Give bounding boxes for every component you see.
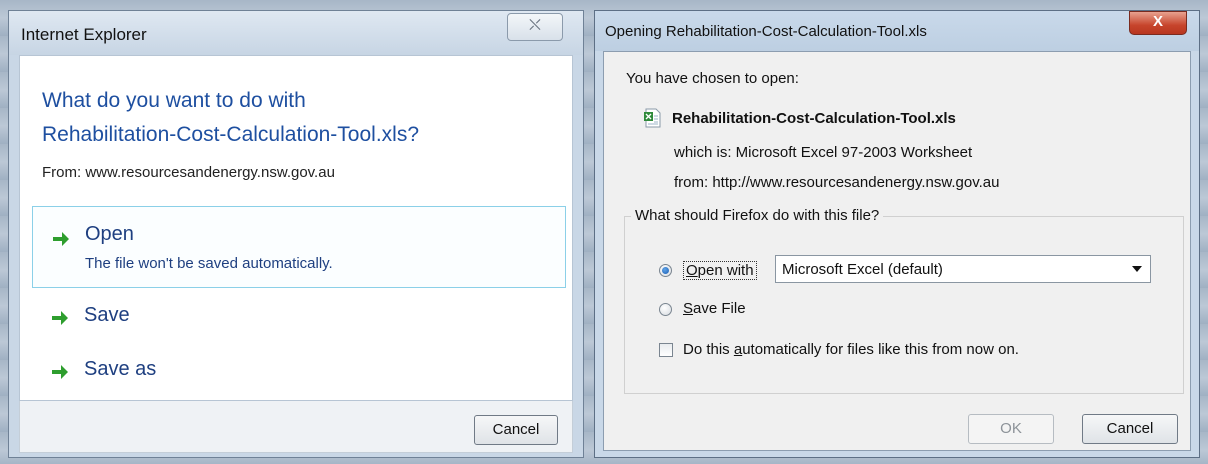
close-button[interactable]: X xyxy=(1129,11,1187,35)
excel-file-icon xyxy=(644,108,661,128)
ie-download-dialog: Internet Explorer ⛌ What do you want to … xyxy=(8,10,584,458)
ff-dialog-title: Opening Rehabilitation-Cost-Calculation-… xyxy=(605,23,927,40)
ie-dialog-footer: Cancel xyxy=(19,401,573,453)
ff-dialog-body: You have chosen to open: Rehabilitation-… xyxy=(603,51,1191,451)
arrow-right-icon xyxy=(52,311,68,325)
ff-action-legend: What should Firefox do with this file? xyxy=(631,207,884,224)
ie-open-option[interactable]: Open The file won't be saved automatical… xyxy=(32,206,566,288)
ie-titlebar: Internet Explorer ⛌ xyxy=(9,11,583,55)
ie-save-as-option[interactable]: Save as xyxy=(32,352,566,392)
chevron-down-icon xyxy=(1132,266,1142,272)
ff-cancel-button[interactable]: Cancel xyxy=(1082,414,1178,444)
ie-dialog-body: What do you want to do with Rehabilitati… xyxy=(19,55,573,401)
firefox-download-dialog: Opening Rehabilitation-Cost-Calculation-… xyxy=(594,10,1200,458)
close-icon: ⛌ xyxy=(529,17,541,34)
arrow-right-icon xyxy=(52,365,68,379)
ie-open-label: Open xyxy=(85,223,134,245)
ff-file-name: Rehabilitation-Cost-Calculation-Tool.xls xyxy=(672,110,956,127)
ie-save-label: Save xyxy=(84,304,130,326)
ff-chosen-label: You have chosen to open: xyxy=(626,70,799,87)
ie-question-line1: What do you want to do with xyxy=(42,89,306,112)
save-file-radio[interactable] xyxy=(659,303,672,316)
open-with-label[interactable]: Open with xyxy=(683,261,757,280)
ff-file-source: from: http://www.resourcesandenergy.nsw.… xyxy=(674,174,1000,191)
ie-save-option[interactable]: Save xyxy=(32,298,566,338)
save-file-label[interactable]: Save File xyxy=(683,300,746,317)
ie-save-as-label: Save as xyxy=(84,358,157,380)
ie-cancel-button[interactable]: Cancel xyxy=(474,415,558,445)
open-with-radio[interactable] xyxy=(659,264,672,277)
application-select[interactable]: Microsoft Excel (default) xyxy=(775,255,1151,283)
ff-titlebar: Opening Rehabilitation-Cost-Calculation-… xyxy=(595,11,1199,51)
close-button[interactable]: ⛌ xyxy=(507,13,563,41)
ff-action-group: What should Firefox do with this file? O… xyxy=(624,207,1184,394)
ie-open-subtext: The file won't be saved automatically. xyxy=(85,255,333,272)
ie-question-heading: What do you want to do with Rehabilitati… xyxy=(42,84,562,152)
auto-action-checkbox[interactable] xyxy=(659,343,673,357)
ie-question-line2: Rehabilitation-Cost-Calculation-Tool.xls… xyxy=(42,123,420,146)
arrow-right-icon xyxy=(53,232,69,246)
application-select-value: Microsoft Excel (default) xyxy=(782,261,943,278)
ie-dialog-title: Internet Explorer xyxy=(21,25,147,44)
ie-source-text: From: www.resourcesandenergy.nsw.gov.au xyxy=(42,164,335,181)
ok-button[interactable]: OK xyxy=(968,414,1054,444)
auto-action-label[interactable]: Do this automatically for files like thi… xyxy=(683,341,1019,358)
ff-file-type: which is: Microsoft Excel 97-2003 Worksh… xyxy=(674,144,973,161)
close-icon: X xyxy=(1152,13,1163,30)
